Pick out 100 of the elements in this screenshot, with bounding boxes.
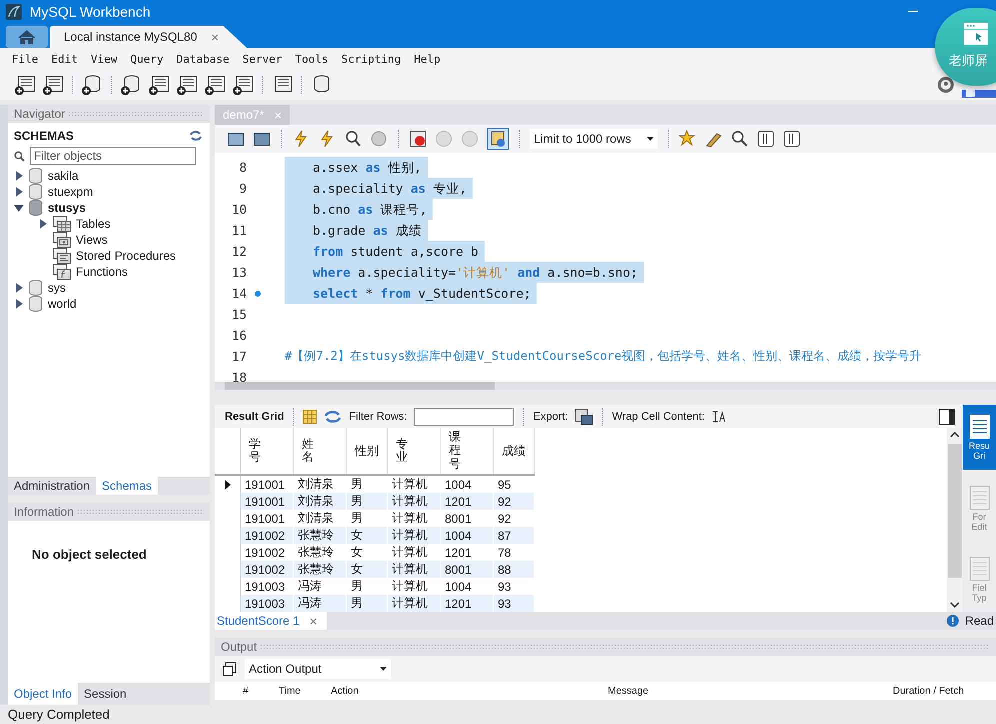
table-cell: 191001: [241, 493, 294, 510]
toolbar-icon[interactable]: [120, 74, 142, 96]
column-header[interactable]: 成绩: [502, 444, 526, 458]
table-cell: 1004: [441, 527, 494, 544]
expand-arrow-icon[interactable]: [38, 219, 48, 229]
tree-item[interactable]: Stored Procedures: [76, 249, 176, 263]
tree-item[interactable]: world: [48, 297, 77, 311]
toolbar-icon[interactable]: [232, 74, 254, 96]
filter-field[interactable]: Filter objects: [30, 147, 196, 165]
connection-tab[interactable]: Local instance MySQL80 ×: [50, 26, 247, 48]
scrollbar-thumb[interactable]: [225, 382, 495, 390]
export-icon[interactable]: [575, 408, 594, 424]
collapse-arrow-icon[interactable]: [14, 203, 24, 213]
status-text: Query Completed: [8, 707, 110, 722]
limit-dropdown[interactable]: Limit to 1000 rows: [530, 129, 658, 149]
home-tab[interactable]: [6, 26, 48, 48]
caret-icon[interactable]: [647, 137, 654, 141]
tree-item[interactable]: Tables: [76, 217, 111, 231]
document-lines-icon: [970, 486, 990, 510]
scrollbar-thumb[interactable]: [948, 444, 962, 578]
grid-icon[interactable]: [303, 410, 318, 424]
column-header[interactable]: #: [215, 686, 275, 696]
editor-toolbar-icon[interactable]: [227, 130, 245, 148]
database-icon: [29, 280, 43, 296]
editor-toolbar-icon[interactable]: [783, 130, 801, 148]
menu-item[interactable]: Help: [408, 52, 448, 66]
information-header: Information: [8, 503, 210, 521]
editor-toolbar-icon[interactable]: [731, 130, 749, 148]
line-number: 15: [230, 307, 247, 322]
table-cell: 女: [347, 527, 388, 544]
panel-tab[interactable]: Schemas: [96, 477, 158, 495]
toolbar-icon[interactable]: [148, 74, 170, 96]
expand-arrow-icon[interactable]: [14, 283, 24, 293]
line-number: 17: [230, 349, 247, 364]
scroll-up-icon[interactable]: [950, 432, 960, 438]
layout-toggle-icon[interactable]: [962, 90, 996, 98]
toolbar-icon[interactable]: [14, 74, 36, 96]
toolbar-icon[interactable]: [81, 74, 103, 96]
expand-arrow-icon[interactable]: [14, 187, 24, 197]
panel-toggle-icon[interactable]: [939, 408, 955, 424]
menu-item[interactable]: Scripting: [335, 52, 408, 66]
editor-toolbar-icon[interactable]: [757, 130, 775, 148]
menu-item[interactable]: Tools: [289, 52, 336, 66]
side-panel-button[interactable]: Resu Gri: [963, 405, 996, 470]
filter-rows-field[interactable]: [414, 408, 514, 426]
tree-item[interactable]: stusys: [48, 201, 86, 215]
tree-item[interactable]: sys: [48, 281, 66, 295]
menu-item[interactable]: Query: [124, 52, 171, 66]
table-folder-icon: [53, 264, 71, 280]
refresh-icon[interactable]: [190, 131, 202, 141]
column-header[interactable]: Duration / Fetch: [889, 686, 964, 696]
tree-item[interactable]: sakila: [48, 169, 79, 183]
line-number: 12: [230, 244, 247, 259]
output-mode-dropdown[interactable]: Action Output: [245, 659, 391, 679]
table-cell: 87: [494, 527, 535, 544]
editor-toolbar-icon[interactable]: [344, 130, 362, 148]
settings-icon[interactable]: [936, 75, 956, 95]
tree-item[interactable]: Functions: [76, 265, 128, 279]
refresh-icon[interactable]: [324, 410, 342, 424]
export-label: Export:: [533, 410, 568, 422]
expand-arrow-icon[interactable]: [14, 171, 24, 181]
column-header[interactable]: 学号: [249, 438, 261, 464]
tree-item[interactable]: Views: [76, 233, 108, 247]
scroll-down-icon[interactable]: [950, 602, 960, 608]
table-folder-icon: [53, 232, 71, 248]
panel-tab[interactable]: Administration: [8, 477, 96, 495]
table-cell: 张慧玲: [294, 561, 347, 578]
editor-toolbar-icon[interactable]: [409, 130, 427, 148]
menu-item[interactable]: File: [6, 52, 46, 66]
tree-item[interactable]: stuexpm: [48, 185, 94, 199]
column-header[interactable]: 课程号: [449, 431, 461, 471]
autocommit-toggle-icon[interactable]: [487, 128, 509, 150]
result-tab[interactable]: StudentScore 1 ×: [215, 612, 328, 630]
toolbar-icon[interactable]: [204, 74, 226, 96]
toolbar-icon[interactable]: [176, 74, 198, 96]
output-header: Output: [215, 638, 996, 656]
column-header[interactable]: Message: [604, 686, 889, 696]
column-header[interactable]: 性别: [355, 444, 379, 458]
line-number: 10: [230, 202, 247, 217]
toolbar-icon[interactable]: [42, 74, 64, 96]
minimize-icon[interactable]: [908, 11, 918, 13]
menu-item[interactable]: Database: [170, 52, 237, 66]
table-cell: 191002: [241, 527, 294, 544]
caret-icon[interactable]: [380, 667, 387, 671]
editor-toolbar-icon[interactable]: [253, 130, 271, 148]
panel-tab[interactable]: Object Info: [8, 683, 78, 705]
wrap-text-icon[interactable]: [712, 410, 726, 422]
table-cell: 冯涛: [294, 595, 347, 612]
table-cell: 1201: [441, 493, 494, 510]
column-header[interactable]: Time: [275, 686, 327, 696]
column-header[interactable]: Action: [327, 686, 604, 696]
menu-item[interactable]: View: [85, 52, 124, 66]
dolphin-logo-icon: [6, 4, 22, 20]
menu-item[interactable]: Edit: [46, 52, 85, 66]
copy-icon[interactable]: [223, 662, 237, 676]
column-header[interactable]: 姓名: [302, 438, 314, 464]
column-header[interactable]: 专业: [396, 438, 408, 464]
expand-arrow-icon[interactable]: [14, 299, 24, 309]
panel-tab[interactable]: Session: [78, 683, 133, 705]
menu-item[interactable]: Server: [236, 52, 290, 66]
